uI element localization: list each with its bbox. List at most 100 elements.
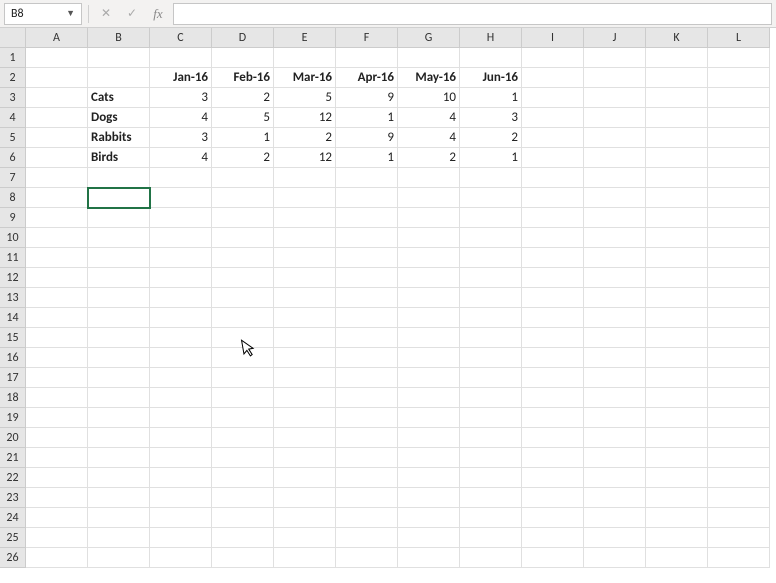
cell-L26[interactable] bbox=[708, 548, 770, 568]
cell-K1[interactable] bbox=[646, 48, 708, 68]
cell-H6[interactable]: 1 bbox=[460, 148, 522, 168]
cell-B9[interactable] bbox=[88, 208, 150, 228]
cell-F4[interactable]: 1 bbox=[336, 108, 398, 128]
cell-A8[interactable] bbox=[26, 188, 88, 208]
cell-L3[interactable] bbox=[708, 88, 770, 108]
cell-D9[interactable] bbox=[212, 208, 274, 228]
cell-H20[interactable] bbox=[460, 428, 522, 448]
cell-C21[interactable] bbox=[150, 448, 212, 468]
cell-B6[interactable]: Birds bbox=[88, 148, 150, 168]
cell-G22[interactable] bbox=[398, 468, 460, 488]
cell-K21[interactable] bbox=[646, 448, 708, 468]
cell-B26[interactable] bbox=[88, 548, 150, 568]
cell-C22[interactable] bbox=[150, 468, 212, 488]
cell-G8[interactable] bbox=[398, 188, 460, 208]
cell-B24[interactable] bbox=[88, 508, 150, 528]
cell-L23[interactable] bbox=[708, 488, 770, 508]
cell-H10[interactable] bbox=[460, 228, 522, 248]
cell-H18[interactable] bbox=[460, 388, 522, 408]
cell-B17[interactable] bbox=[88, 368, 150, 388]
row-header-24[interactable]: 24 bbox=[0, 508, 26, 528]
cell-G12[interactable] bbox=[398, 268, 460, 288]
cell-C10[interactable] bbox=[150, 228, 212, 248]
cell-J15[interactable] bbox=[584, 328, 646, 348]
cell-K18[interactable] bbox=[646, 388, 708, 408]
cell-G5[interactable]: 4 bbox=[398, 128, 460, 148]
cell-F18[interactable] bbox=[336, 388, 398, 408]
row-header-26[interactable]: 26 bbox=[0, 548, 26, 568]
column-header-F[interactable]: F bbox=[336, 28, 398, 48]
cell-D1[interactable] bbox=[212, 48, 274, 68]
cell-C17[interactable] bbox=[150, 368, 212, 388]
cell-L6[interactable] bbox=[708, 148, 770, 168]
cell-A19[interactable] bbox=[26, 408, 88, 428]
cell-J6[interactable] bbox=[584, 148, 646, 168]
cell-E2[interactable]: Mar-16 bbox=[274, 68, 336, 88]
cell-A16[interactable] bbox=[26, 348, 88, 368]
cell-I3[interactable] bbox=[522, 88, 584, 108]
cell-E3[interactable]: 5 bbox=[274, 88, 336, 108]
cell-B21[interactable] bbox=[88, 448, 150, 468]
cell-J3[interactable] bbox=[584, 88, 646, 108]
cell-B7[interactable] bbox=[88, 168, 150, 188]
row-header-16[interactable]: 16 bbox=[0, 348, 26, 368]
cell-I11[interactable] bbox=[522, 248, 584, 268]
cell-F19[interactable] bbox=[336, 408, 398, 428]
cell-B23[interactable] bbox=[88, 488, 150, 508]
cell-F26[interactable] bbox=[336, 548, 398, 568]
cell-K22[interactable] bbox=[646, 468, 708, 488]
cell-I16[interactable] bbox=[522, 348, 584, 368]
cell-J23[interactable] bbox=[584, 488, 646, 508]
cell-C7[interactable] bbox=[150, 168, 212, 188]
cell-D6[interactable]: 2 bbox=[212, 148, 274, 168]
cell-I15[interactable] bbox=[522, 328, 584, 348]
cell-D10[interactable] bbox=[212, 228, 274, 248]
cell-K10[interactable] bbox=[646, 228, 708, 248]
cell-D23[interactable] bbox=[212, 488, 274, 508]
cell-E5[interactable]: 2 bbox=[274, 128, 336, 148]
cell-D19[interactable] bbox=[212, 408, 274, 428]
cell-G20[interactable] bbox=[398, 428, 460, 448]
cell-H17[interactable] bbox=[460, 368, 522, 388]
cell-C18[interactable] bbox=[150, 388, 212, 408]
cell-J20[interactable] bbox=[584, 428, 646, 448]
cell-C25[interactable] bbox=[150, 528, 212, 548]
cell-G17[interactable] bbox=[398, 368, 460, 388]
cell-E25[interactable] bbox=[274, 528, 336, 548]
cell-D7[interactable] bbox=[212, 168, 274, 188]
cell-D25[interactable] bbox=[212, 528, 274, 548]
cell-J5[interactable] bbox=[584, 128, 646, 148]
cell-D4[interactable]: 5 bbox=[212, 108, 274, 128]
cell-C15[interactable] bbox=[150, 328, 212, 348]
row-header-3[interactable]: 3 bbox=[0, 88, 26, 108]
cell-I25[interactable] bbox=[522, 528, 584, 548]
cell-H19[interactable] bbox=[460, 408, 522, 428]
cell-A11[interactable] bbox=[26, 248, 88, 268]
cell-G19[interactable] bbox=[398, 408, 460, 428]
cell-H15[interactable] bbox=[460, 328, 522, 348]
cell-B14[interactable] bbox=[88, 308, 150, 328]
cell-K20[interactable] bbox=[646, 428, 708, 448]
cell-E17[interactable] bbox=[274, 368, 336, 388]
cell-J25[interactable] bbox=[584, 528, 646, 548]
cell-F8[interactable] bbox=[336, 188, 398, 208]
cell-A26[interactable] bbox=[26, 548, 88, 568]
row-header-18[interactable]: 18 bbox=[0, 388, 26, 408]
row-header-17[interactable]: 17 bbox=[0, 368, 26, 388]
cell-G6[interactable]: 2 bbox=[398, 148, 460, 168]
cell-K13[interactable] bbox=[646, 288, 708, 308]
cell-H3[interactable]: 1 bbox=[460, 88, 522, 108]
cell-B1[interactable] bbox=[88, 48, 150, 68]
cell-F23[interactable] bbox=[336, 488, 398, 508]
cell-H4[interactable]: 3 bbox=[460, 108, 522, 128]
cell-L9[interactable] bbox=[708, 208, 770, 228]
cell-K9[interactable] bbox=[646, 208, 708, 228]
cell-E26[interactable] bbox=[274, 548, 336, 568]
cell-F24[interactable] bbox=[336, 508, 398, 528]
cell-A6[interactable] bbox=[26, 148, 88, 168]
cell-K2[interactable] bbox=[646, 68, 708, 88]
row-header-9[interactable]: 9 bbox=[0, 208, 26, 228]
cell-A18[interactable] bbox=[26, 388, 88, 408]
cell-J17[interactable] bbox=[584, 368, 646, 388]
cell-E15[interactable] bbox=[274, 328, 336, 348]
